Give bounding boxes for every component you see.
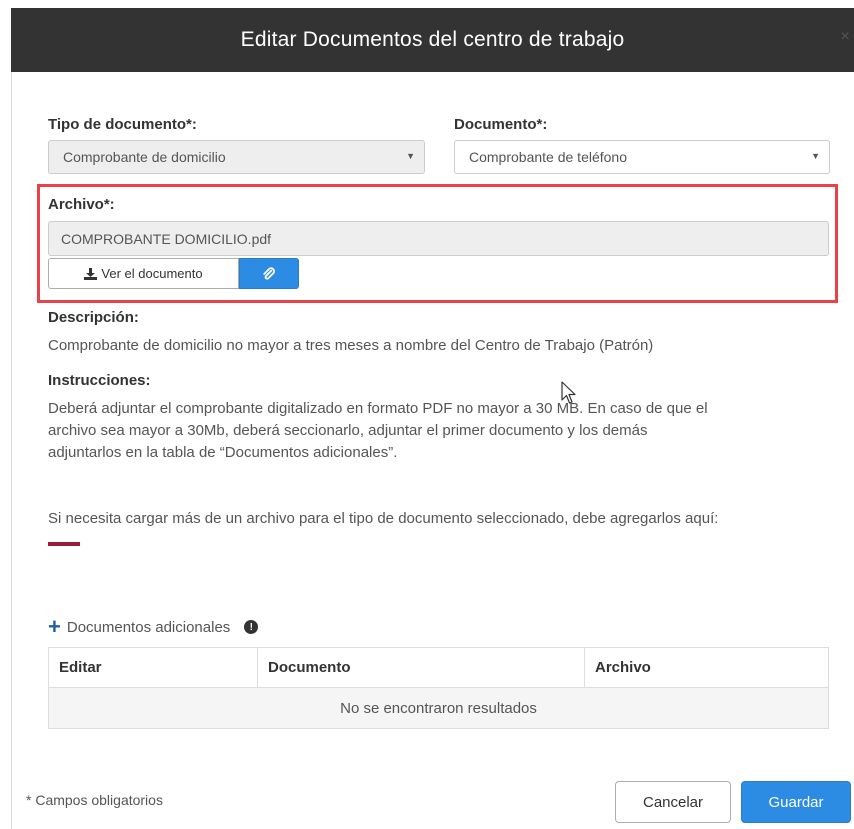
cancel-button[interactable]: Cancelar [615, 781, 731, 823]
documento-select[interactable]: Comprobante de teléfono ▼ [454, 140, 830, 174]
required-fields-note: * Campos obligatorios [26, 792, 163, 808]
save-button[interactable]: Guardar [741, 781, 851, 823]
extra-files-note: Si necesita cargar más de un archivo par… [48, 510, 719, 527]
modal-title: Editar Documentos del centro de trabajo [240, 28, 625, 51]
documentos-adicionales-table: Editar Documento Archivo No se encontrar… [48, 647, 829, 729]
accent-divider [48, 542, 80, 546]
modal-left-border [11, 72, 12, 829]
highlight-box [37, 184, 838, 303]
tipo-documento-label: Tipo de documento*: [48, 116, 197, 133]
caret-down-icon: ▼ [406, 151, 415, 161]
info-icon[interactable]: ! [244, 620, 259, 634]
tipo-documento-value: Comprobante de domicilio [63, 149, 226, 165]
table-header-row: Editar Documento Archivo [48, 647, 829, 688]
descripcion-text: Comprobante de domicilio no mayor a tres… [48, 337, 654, 354]
plus-icon: + [48, 614, 61, 639]
instrucciones-label: Instrucciones: [48, 372, 151, 389]
instrucciones-line-3: adjuntarlos en la tabla de “Documentos a… [48, 444, 398, 461]
instrucciones-line-1: Deberá adjuntar el comprobante digitaliz… [48, 400, 708, 417]
documento-value: Comprobante de teléfono [469, 149, 627, 165]
close-icon[interactable]: × [840, 28, 850, 46]
column-editar[interactable]: Editar [48, 647, 258, 688]
caret-down-icon: ▼ [811, 151, 820, 161]
empty-results-message: No se encontraron resultados [48, 687, 829, 729]
column-archivo[interactable]: Archivo [584, 647, 829, 688]
tipo-documento-select: Comprobante de domicilio ▼ [48, 140, 425, 174]
descripcion-label: Descripción: [48, 309, 139, 326]
add-documentos-adicionales[interactable]: + Documentos adicionales ! [48, 614, 259, 639]
table-row: No se encontraron resultados [48, 687, 829, 729]
instrucciones-line-2: archivo sea mayor a 30Mb, deberá seccion… [48, 422, 648, 439]
documentos-adicionales-label: Documentos adicionales [66, 618, 231, 636]
column-documento[interactable]: Documento [257, 647, 585, 688]
documento-label: Documento*: [454, 116, 548, 133]
modal-header: Editar Documentos del centro de trabajo … [11, 8, 854, 72]
cursor-icon [561, 381, 576, 404]
